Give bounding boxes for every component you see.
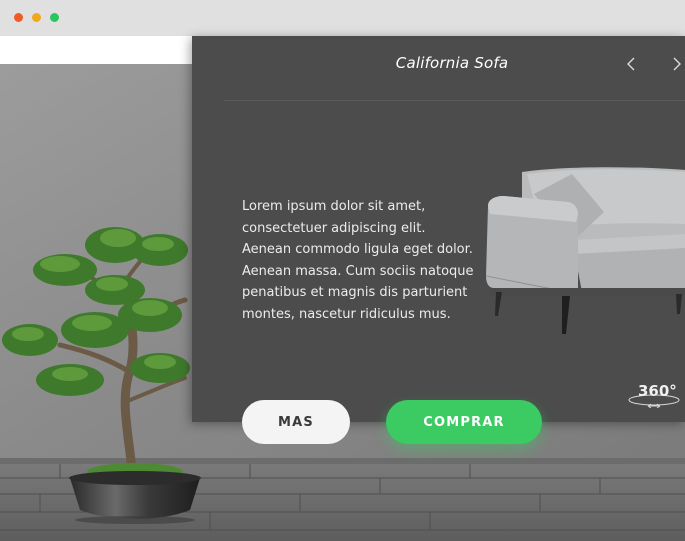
view-360-badge[interactable]: 360° bbox=[626, 380, 682, 409]
description-line: consectetuer adipiscing elit. bbox=[242, 220, 426, 236]
window-titlebar bbox=[0, 0, 685, 36]
next-button[interactable] bbox=[666, 54, 685, 74]
buy-button[interactable]: COMPRAR bbox=[386, 400, 542, 444]
chevron-left-icon bbox=[627, 57, 635, 71]
chevron-right-icon bbox=[673, 57, 681, 71]
description-line: montes, nascetur ridiculus mus. bbox=[242, 306, 451, 322]
description-line: penatibus et magnis dis parturient bbox=[242, 285, 468, 301]
description-line: Aenean massa. Cum sociis natoque bbox=[242, 263, 474, 279]
zoom-window-button[interactable] bbox=[50, 13, 59, 22]
sofa-image bbox=[485, 167, 685, 334]
product-title: California Sofa bbox=[395, 54, 509, 72]
description-line: Lorem ipsum dolor sit amet, bbox=[242, 199, 426, 214]
header-strip bbox=[0, 36, 192, 64]
minimize-window-button[interactable] bbox=[32, 13, 41, 22]
previous-button[interactable] bbox=[622, 54, 642, 74]
description-line: Aenean commodo ligula eget dolor. bbox=[242, 242, 473, 258]
product-panel: California Sofa Lorem ipsum dolor sit am… bbox=[192, 36, 685, 422]
view-360-label: 360° bbox=[638, 382, 677, 400]
close-window-button[interactable] bbox=[14, 13, 23, 22]
header-divider bbox=[224, 100, 685, 101]
more-button[interactable]: MAS bbox=[242, 400, 350, 444]
product-description: Lorem ipsum dolor sit amet, consectetuer… bbox=[242, 196, 482, 326]
